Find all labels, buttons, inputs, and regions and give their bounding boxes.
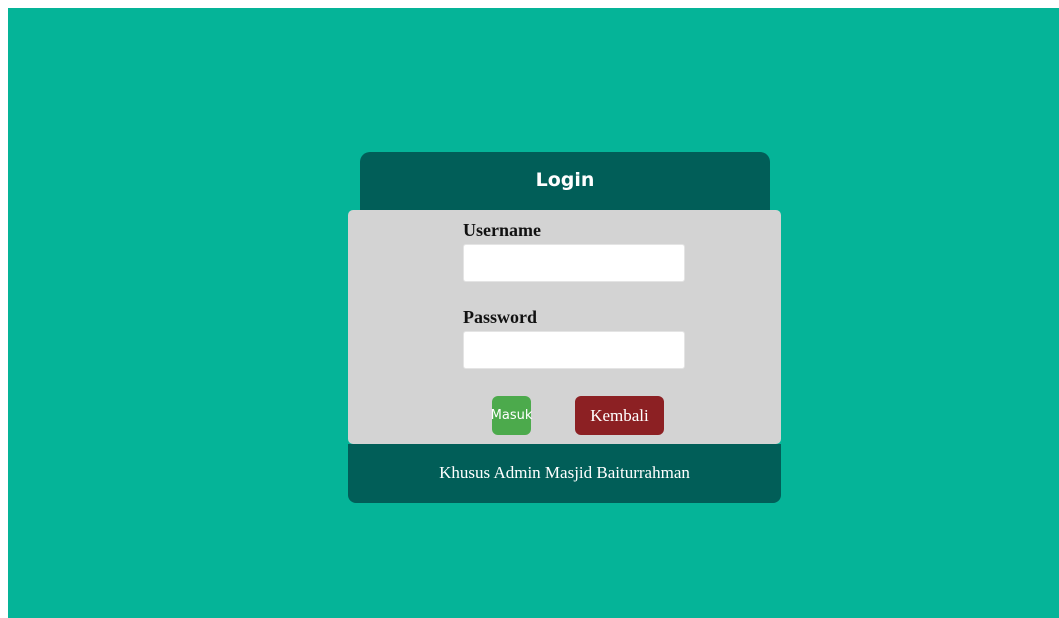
login-form: Username Password Masuk Kembali xyxy=(348,210,781,444)
page-background: Login Username Password Masuk Kembali Kh… xyxy=(8,8,1059,618)
kembali-button[interactable]: Kembali xyxy=(575,396,664,435)
masuk-button[interactable]: Masuk xyxy=(491,396,532,435)
login-card-header: Login xyxy=(360,152,770,214)
username-label: Username xyxy=(463,220,541,240)
password-label: Password xyxy=(463,307,538,327)
footer-note: Khusus Admin Masjid Baiturrahman xyxy=(439,462,690,482)
password-input[interactable] xyxy=(463,331,685,369)
username-input[interactable] xyxy=(463,244,685,282)
login-card-footer: Khusus Admin Masjid Baiturrahman xyxy=(348,444,781,503)
login-title: Login xyxy=(535,169,595,191)
